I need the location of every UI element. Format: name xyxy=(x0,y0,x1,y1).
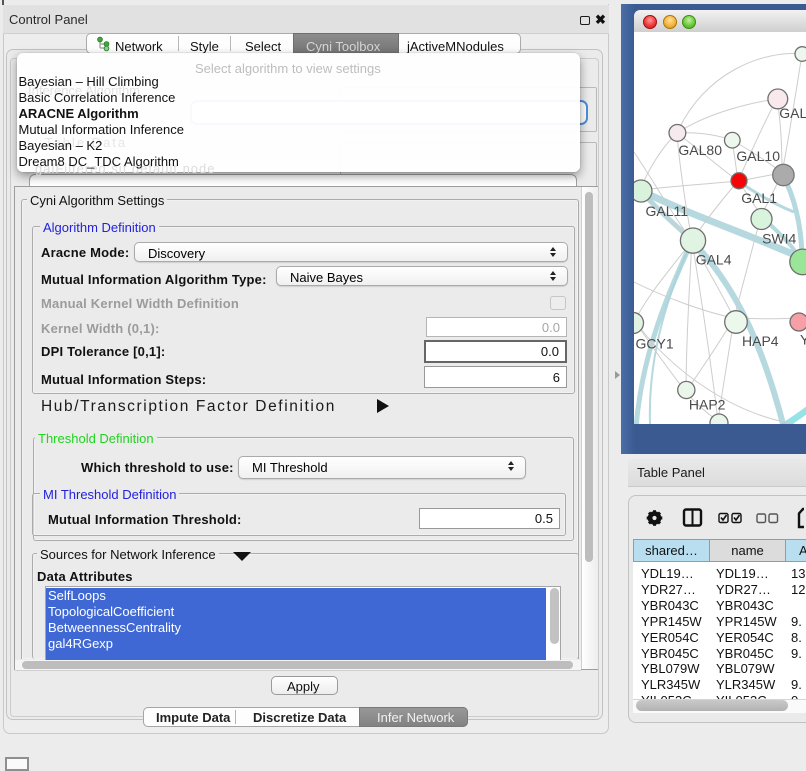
svg-text:GAL2: GAL2 xyxy=(779,105,806,121)
svg-text:YM: YM xyxy=(800,332,806,348)
svg-text:HAP2: HAP2 xyxy=(689,396,726,412)
svg-text:GAL1: GAL1 xyxy=(741,190,777,206)
svg-text:GAL11: GAL11 xyxy=(646,203,689,219)
svg-text:SWI4: SWI4 xyxy=(762,231,796,247)
svg-text:GAL80: GAL80 xyxy=(678,142,722,158)
svg-text:GAL10: GAL10 xyxy=(736,148,780,164)
svg-text:GAL4: GAL4 xyxy=(696,252,732,268)
svg-text:HAP4: HAP4 xyxy=(742,333,779,349)
svg-text:GCY1: GCY1 xyxy=(636,336,674,352)
